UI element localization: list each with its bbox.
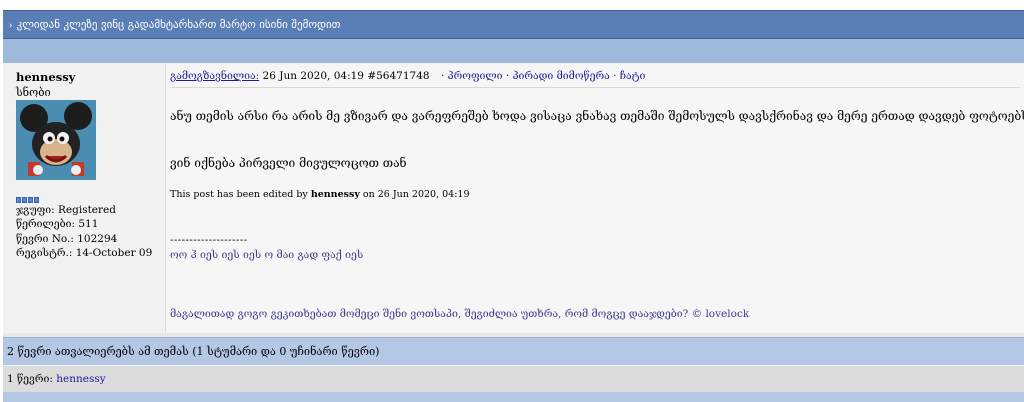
edited-note: This post has been edited by hennessy on… — [170, 189, 470, 200]
readers-members-label: 1 წევრი: — [7, 373, 53, 385]
author-post-count: წერილები: 511 — [16, 218, 99, 230]
author-registered: რეგისტრ.: 14-October 09 — [16, 247, 153, 259]
topic-container: › კლიდან კლეზე ვინც გადამხტარხართ მარტო ი… — [3, 10, 1024, 402]
edited-user: hennessy — [310, 189, 360, 200]
rank-pip-icon — [22, 197, 27, 203]
author-group: ჯგუფი: Registered — [16, 204, 116, 216]
topic-title-bar: › კლიდან კლეზე ვინც გადამხტარხართ მარტო ი… — [3, 10, 1024, 39]
reader-link[interactable]: hennessy — [56, 373, 105, 385]
post-body-line1: ანუ თემის არსი რა არის მე ვზივარ და ვარე… — [170, 109, 1024, 123]
edited-prefix: This post has been edited by — [170, 189, 308, 200]
signature-line2: მაგალითად გოგო გეკითხებათ მომეცი შენი ვო… — [170, 308, 750, 320]
rank-pips — [16, 193, 40, 203]
bottom-bar — [3, 392, 1024, 402]
post-author-column: hennessy სნობი ჯგუფი: Registered წერილებ… — [3, 63, 166, 333]
post-date: 26 Jun 2020, 04:19 — [262, 70, 364, 82]
posted-label-link[interactable]: გამოგზავნილია: — [170, 70, 259, 82]
topic-sub-bar — [3, 39, 1024, 63]
post-header: გამოგზავნილია: 26 Jun 2020, 04:19 #56471… — [170, 70, 430, 82]
signature-line1: ოო ჰ იეს იეს იეს ო მაი გად ფაქ იეს — [170, 249, 364, 261]
author-role: სნობი — [16, 86, 51, 99]
post: hennessy სნობი ჯგუფი: Registered წერილებ… — [3, 63, 1024, 333]
post-body-line2: ვინ იქნება პირველი მივულოცოთ თან — [170, 156, 407, 170]
author-username[interactable]: hennessy — [16, 70, 75, 84]
rank-pip-icon — [34, 197, 39, 203]
topic-title: კლიდან კლეზე ვინც გადამხტარხართ მარტო ის… — [16, 18, 341, 31]
post-id[interactable]: #56471748 — [367, 70, 429, 82]
active-readers-summary: 2 წევრი ათვალიერებს ამ თემას (1 სტუმარი … — [3, 337, 1024, 365]
top-strip — [0, 0, 1024, 10]
arrow-right-icon: › — [9, 21, 13, 31]
avatar — [16, 100, 96, 180]
signature-divider: -------------------- — [170, 235, 248, 246]
avatar-mouse-icon — [16, 100, 96, 180]
rank-pip-icon — [16, 197, 21, 203]
edited-suffix: on 26 Jun 2020, 04:19 — [362, 189, 470, 200]
rank-pip-icon — [28, 197, 33, 203]
post-body-text: ანუ თემის არსი რა არის მე ვზივარ და ვარე… — [170, 109, 1024, 123]
post-content-column: გამოგზავნილია: 26 Jun 2020, 04:19 #56471… — [166, 63, 1024, 333]
post-header-divider — [170, 87, 1020, 88]
active-readers-list: 1 წევრი: hennessy — [3, 366, 1024, 392]
author-member-number: წევრი No.: 102294 — [16, 233, 118, 245]
author-links[interactable]: · პროფილი · პირადი მიმოწერა · ჩატი — [441, 70, 645, 82]
